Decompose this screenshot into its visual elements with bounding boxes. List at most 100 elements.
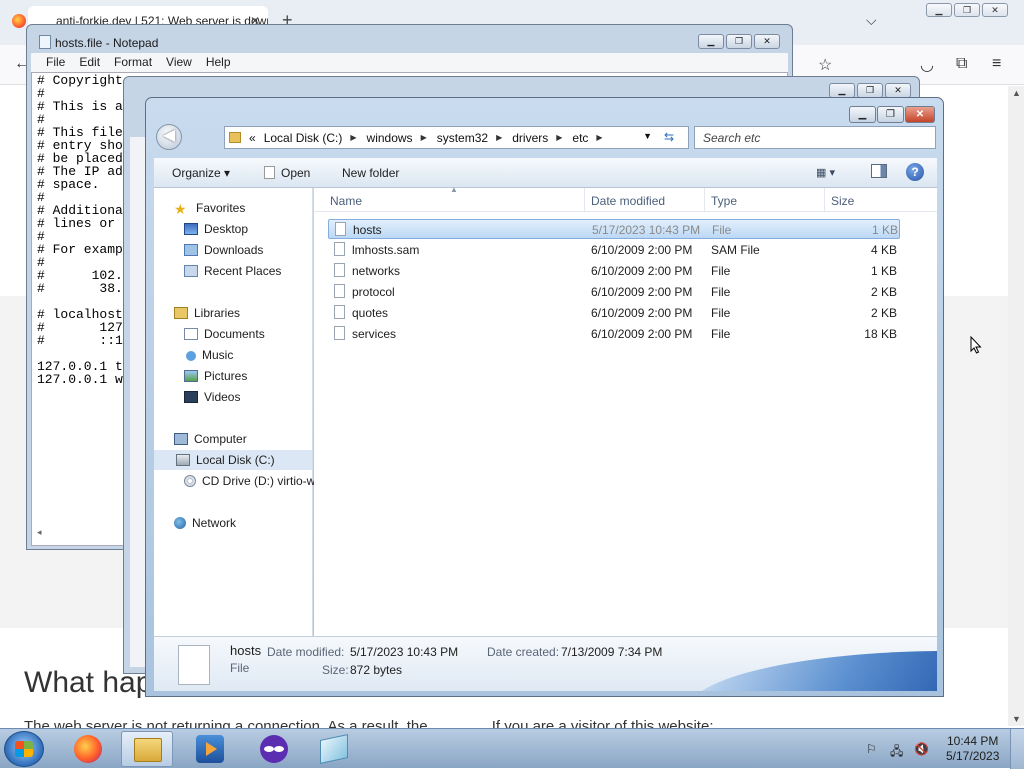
scroll-down-icon[interactable]: ▼: [1012, 714, 1021, 724]
scroll-up-icon[interactable]: ▲: [1012, 88, 1021, 98]
open-button[interactable]: Open: [264, 166, 310, 180]
breadcrumb-item[interactable]: etc: [572, 131, 588, 145]
disk-drive-icon: [176, 454, 190, 466]
show-desktop-button[interactable]: [1010, 729, 1024, 769]
taskbar-explorer[interactable]: [121, 731, 173, 767]
page-scrollbar[interactable]: [1008, 86, 1024, 726]
help-button[interactable]: ?: [906, 163, 924, 181]
nav-documents[interactable]: Documents: [184, 327, 265, 341]
scroll-left-icon[interactable]: ◂: [31, 525, 131, 541]
file-row[interactable]: services 6/10/2009 2:00 PM File 18 KB: [328, 324, 900, 344]
nav-local-disk[interactable]: Local Disk (C:): [154, 450, 312, 470]
column-divider[interactable]: [584, 188, 585, 212]
breadcrumb-item[interactable]: windows: [367, 131, 413, 145]
search-input[interactable]: Search etc: [694, 126, 936, 149]
nav-label: Libraries: [194, 306, 241, 320]
breadcrumb-item[interactable]: drivers: [512, 131, 548, 145]
back-arrow-icon[interactable]: ◀: [156, 124, 182, 150]
file-row[interactable]: hosts 5/17/2023 10:43 PM File 1 KB: [328, 219, 900, 239]
maximize-button[interactable]: ❐: [726, 34, 752, 49]
maximize-button[interactable]: ❐: [877, 106, 904, 123]
refresh-icon[interactable]: ⇆: [664, 130, 674, 144]
maximize-button[interactable]: ❐: [857, 83, 883, 98]
column-divider[interactable]: [704, 188, 705, 212]
taskbar-notepad[interactable]: [308, 731, 360, 767]
nav-network[interactable]: Network: [174, 516, 236, 530]
minimize-button[interactable]: ▁: [926, 3, 952, 17]
mask-icon: [260, 735, 288, 763]
preview-pane-icon[interactable]: [871, 164, 887, 178]
file-row[interactable]: networks 6/10/2009 2:00 PM File 1 KB: [328, 261, 900, 281]
network-tray-icon[interactable]: 🖧: [890, 742, 903, 763]
nav-label: Downloads: [204, 243, 264, 257]
bookmark-star-icon[interactable]: ☆: [818, 55, 832, 75]
nav-downloads[interactable]: Downloads: [184, 243, 263, 257]
address-prefix[interactable]: «: [249, 131, 256, 145]
start-button[interactable]: [4, 731, 44, 767]
address-bar[interactable]: « Local Disk (C:) ▶ windows ▶ system32 ▶ drive…: [224, 126, 689, 149]
file-icon: [334, 263, 345, 277]
file-size: 1 KB: [871, 223, 898, 237]
maximize-button[interactable]: ❐: [954, 3, 980, 17]
column-header-row: ▲ Name Date modified Type Size: [314, 185, 937, 212]
breadcrumb-separator-icon[interactable]: ▶: [596, 133, 602, 142]
minimize-button[interactable]: ▁: [849, 106, 876, 123]
menu-format[interactable]: Format: [107, 53, 159, 72]
menu-edit[interactable]: Edit: [72, 53, 107, 72]
file-name: services: [352, 327, 397, 341]
close-button[interactable]: ✕: [885, 83, 911, 98]
minimize-button[interactable]: ▁: [698, 34, 724, 49]
taskbar-mask-app[interactable]: [248, 731, 300, 767]
column-size[interactable]: Size: [831, 194, 854, 208]
menu-view[interactable]: View: [159, 53, 199, 72]
nav-videos[interactable]: Videos: [184, 390, 240, 404]
menu-icon[interactable]: ≡: [992, 55, 1001, 73]
column-name[interactable]: Name: [330, 194, 362, 208]
minimize-button[interactable]: ▁: [829, 83, 855, 98]
clock[interactable]: 10:44 PM 5/17/2023: [946, 734, 999, 764]
column-type[interactable]: Type: [711, 194, 737, 208]
new-folder-button[interactable]: New folder: [342, 166, 399, 180]
nav-computer[interactable]: Computer: [174, 432, 247, 446]
tab-list-chevron-icon[interactable]: ⌵: [866, 12, 877, 29]
nav-desktop[interactable]: Desktop: [184, 222, 248, 236]
column-date-modified[interactable]: Date modified: [591, 194, 665, 208]
folder-icon: [229, 132, 241, 143]
close-button[interactable]: ✕: [982, 3, 1008, 17]
menu-help[interactable]: Help: [199, 53, 238, 72]
star-icon: ★: [174, 201, 187, 217]
pocket-icon[interactable]: ◡: [920, 55, 934, 75]
breadcrumb-separator-icon[interactable]: ▶: [421, 133, 427, 142]
change-view-button[interactable]: ▦ ▾: [816, 166, 835, 179]
file-row[interactable]: lmhosts.sam 6/10/2009 2:00 PM SAM File 4 KB: [328, 240, 900, 260]
address-dropdown-icon[interactable]: ▼: [643, 131, 652, 141]
file-icon: [334, 305, 345, 319]
volume-muted-icon[interactable]: 🔇: [914, 742, 929, 756]
file-row[interactable]: quotes 6/10/2009 2:00 PM File 2 KB: [328, 303, 900, 323]
explorer-window[interactable]: ▁ ❐ ✕ ◀ « Local Disk (C:) ▶ windows ▶ system…: [145, 97, 944, 697]
breadcrumb-separator-icon[interactable]: ▶: [496, 133, 502, 142]
file-type: File: [711, 327, 731, 341]
nav-music[interactable]: Music: [184, 348, 233, 362]
breadcrumb-separator-icon[interactable]: ▶: [556, 133, 562, 142]
file-row[interactable]: protocol 6/10/2009 2:00 PM File 2 KB: [328, 282, 900, 302]
nav-favorites[interactable]: ★ Favorites: [174, 201, 245, 217]
file-icon: [335, 222, 346, 236]
nav-cd-drive[interactable]: CD Drive (D:) virtio-w: [184, 474, 315, 488]
nav-libraries[interactable]: Libraries: [174, 306, 240, 320]
breadcrumb-separator-icon[interactable]: ▶: [350, 133, 356, 142]
breadcrumb-item[interactable]: system32: [437, 131, 488, 145]
close-button[interactable]: ✕: [905, 106, 935, 123]
nav-pictures[interactable]: Pictures: [184, 369, 247, 383]
action-center-flag-icon[interactable]: ⚐: [866, 742, 877, 756]
breadcrumb-item[interactable]: Local Disk (C:): [264, 131, 343, 145]
organize-button[interactable]: Organize ▾: [172, 166, 230, 180]
extensions-icon[interactable]: ⧉: [956, 55, 967, 73]
taskbar-media-player[interactable]: [184, 731, 236, 767]
close-button[interactable]: ✕: [754, 34, 780, 49]
music-icon: [186, 351, 196, 361]
taskbar-firefox[interactable]: [62, 731, 114, 767]
nav-recent-places[interactable]: Recent Places: [184, 264, 281, 278]
menu-file[interactable]: File: [39, 53, 72, 72]
column-divider[interactable]: [824, 188, 825, 212]
